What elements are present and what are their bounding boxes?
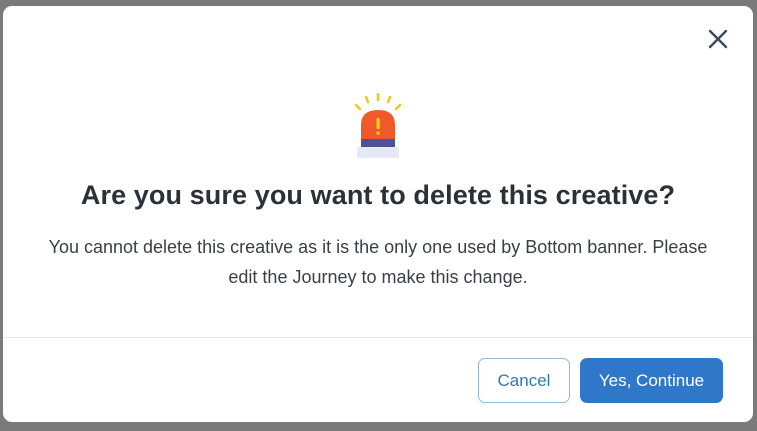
close-button[interactable] [705,28,731,54]
dialog-title: Are you sure you want to delete this cre… [80,180,676,210]
footer-divider [3,337,753,338]
dialog-message: You cannot delete this creative as it is… [48,237,708,287]
cancel-button[interactable]: Cancel [478,358,570,403]
delete-confirmation-dialog: Are you sure you want to delete this cre… [3,6,753,422]
close-icon [708,29,728,54]
siren-alert-icon [349,92,407,163]
yes-continue-button[interactable]: Yes, Continue [580,358,723,403]
